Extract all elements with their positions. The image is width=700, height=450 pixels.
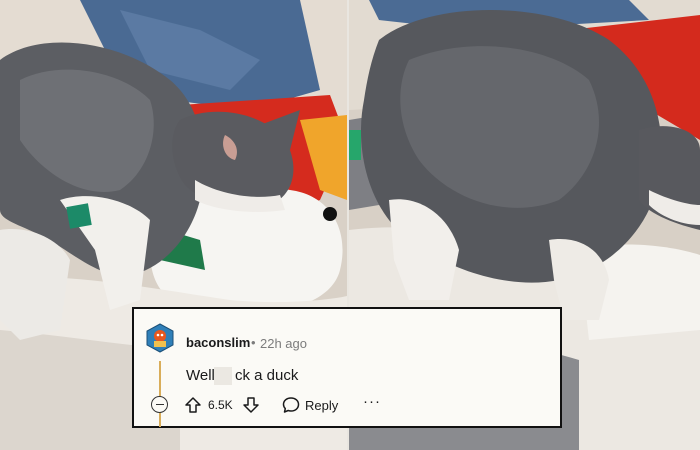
more-icon[interactable]: ···	[363, 393, 381, 410]
comment-card: baconslim • 22h ago Well ck a duck 6.5K …	[132, 307, 562, 428]
vote-score: 6.5K	[208, 398, 233, 412]
timestamp: 22h ago	[260, 336, 307, 351]
upvote-button[interactable]	[184, 395, 202, 415]
reply-button[interactable]	[282, 395, 300, 415]
separator-dot: •	[251, 335, 256, 350]
reply-label[interactable]: Reply	[305, 398, 338, 413]
censor-block	[214, 367, 232, 385]
downvote-icon	[243, 397, 259, 413]
downvote-button[interactable]	[242, 395, 260, 415]
comment-text-start: Well	[186, 367, 215, 384]
upvote-icon	[185, 397, 201, 413]
username[interactable]: baconslim	[186, 335, 250, 350]
collapse-icon[interactable]	[151, 396, 168, 413]
thread-line	[159, 361, 161, 427]
comment-text-end: ck a duck	[235, 367, 299, 384]
avatar-icon[interactable]	[146, 323, 174, 353]
reply-icon	[282, 397, 300, 413]
